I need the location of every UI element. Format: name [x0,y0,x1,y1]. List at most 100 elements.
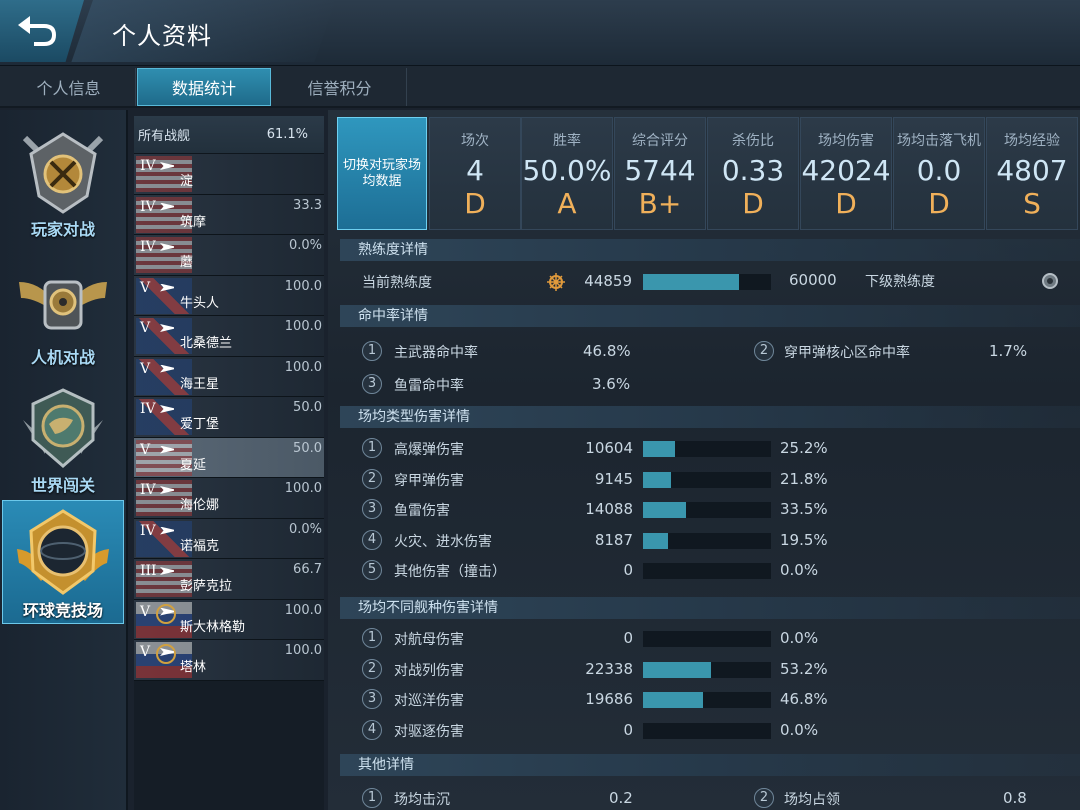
damage-bar [643,471,771,488]
summary-stat-box: 胜率 50.0% A [521,117,613,230]
ship-tier: IV [140,239,156,255]
row-number: 3 [362,689,382,709]
summary-stat-label: 杀伤比 [732,133,774,149]
summary-stat-box: 场均经验 4807 S [986,117,1078,230]
ship-rows: IV 淀 IV 筑摩 33.3 IV 蘑 0.0% V 牛头人 100.0 V 北桑德兰 100.0 V 海王… [134,154,324,681]
ship-name: 斯大林格勒 [180,619,246,635]
mode-pve[interactable]: 人机对战 [2,248,124,372]
ship-row[interactable]: V 塔林 100.0 [134,640,324,681]
damage-bar [643,661,771,678]
other-section-title: 其他详情 [340,754,1080,776]
summary-stat-box: 场均击落飞机 0.0 D [893,117,985,230]
avg-capture-value: 0.8 [1003,789,1027,807]
summary-stat-value: 0.0 [916,154,962,187]
damage-bar-fill [643,661,712,678]
row-number: 1 [362,628,382,648]
mode-pve-label: 人机对战 [30,348,95,367]
damage-value: 9145 [594,469,633,488]
damage-bar [643,722,771,739]
tab-statistics[interactable]: 数据统计 [137,68,271,106]
damage-percent: 53.2% [780,659,828,678]
other-num-1: 1 [362,788,382,808]
torpedo-hit-label: 鱼雷命中率 [394,378,464,394]
damage-bar-fill [643,502,686,518]
ship-name: 北桑德兰 [180,336,233,351]
ship-row[interactable]: V 斯大林格勒 100.0 [134,599,324,640]
damage-percent: 0.0% [780,561,819,579]
summary-stat-grade: A [557,187,577,220]
mode-global-arena[interactable]: 环球竞技场 [2,500,124,624]
global-arena-emblem-icon [17,509,109,595]
damage-bar-fill [643,471,671,488]
current-proficiency-label: 当前熟练度 [362,275,432,291]
ship-tier: IV [140,482,156,498]
pve-emblem-icon [19,280,107,330]
row-number: 4 [362,529,382,550]
avg-capture-label: 场均占领 [784,792,840,808]
ship-row[interactable]: V 牛头人 100.0 [134,275,324,316]
next-proficiency-label: 下级熟练度 [865,274,935,290]
switch-average-button[interactable]: 切换对玩家场均数据 [337,117,427,230]
damage-bar [643,502,771,518]
ship-tier: V [140,441,151,458]
ship-name: 海伦娜 [180,498,220,513]
ship-tier: V [140,320,151,336]
row-number: 2 [362,658,382,679]
ship-win-rate: 50.0 [293,440,322,456]
all-ships-row[interactable]: 所有战舰 61.1% [134,116,324,154]
world-challenge-emblem-icon [23,388,103,468]
row-number: 5 [362,560,382,580]
ship-tier: V [140,360,151,377]
summary-stat-label: 场均伤害 [818,133,874,149]
tab-personal-info[interactable]: 个人信息 [2,68,136,106]
ship-row[interactable]: IV 筑摩 33.3 [134,194,324,235]
ship-win-rate: 100.0 [284,278,322,294]
damage-type-section-title: 场均类型伤害详情 [340,406,1080,428]
summary-stat-value: 4 [466,154,484,187]
mode-world-challenge[interactable]: 世界闯关 [2,376,124,500]
ship-row[interactable]: IV 爱丁堡 50.0 [134,397,324,438]
row-number: 1 [362,438,382,458]
ship-row[interactable]: V 夏延 50.0 [134,437,324,478]
proficiency-section-title: 熟练度详情 [340,239,1080,261]
ship-row[interactable]: IV 海伦娜 100.0 [134,478,324,519]
mode-pvp[interactable]: 玩家对战 [2,120,124,244]
summary-stat-value: 5744 [624,154,696,187]
hit-rate-num-2: 2 [754,341,774,361]
mode-sidebar: 玩家对战 人机对战 世界闯关 环球竞技场 [0,110,128,810]
ship-win-rate: 66.7 [293,562,322,577]
ship-row[interactable]: III 彭萨克拉 66.7 [134,559,324,600]
ship-win-rate: 100.0 [284,643,322,658]
ship-row[interactable]: V 北桑德兰 100.0 [134,316,324,357]
damage-label: 火灾、进水伤害 [394,533,492,550]
damage-label: 穿甲弹伤害 [394,472,464,489]
ship-row[interactable]: V 海王星 100.0 [134,356,324,397]
ship-win-rate: 100.0 [284,481,322,496]
damage-value: 19686 [585,690,633,708]
damage-value: 0 [623,720,633,739]
tab-credit-score[interactable]: 信誉积分 [273,68,407,106]
summary-stat-grade: S [1023,187,1041,220]
ship-name: 诺福克 [180,538,220,554]
ship-tier: III [140,563,157,579]
ship-list[interactable]: 所有战舰 61.1% IV 淀 IV 筑摩 33.3 IV 蘑 0.0% V 牛头人 100.0 V 北… [134,116,324,810]
ship-name: 爱丁堡 [180,417,220,432]
ship-row[interactable]: IV 淀 [134,154,324,195]
damage-bar [643,532,771,549]
damage-value: 10604 [585,439,633,457]
proficiency-bar-fill [643,274,739,290]
mode-world-challenge-label: 世界闯关 [30,476,95,495]
mode-pvp-label: 玩家对战 [30,220,95,239]
mode-global-arena-label: 环球竞技场 [22,601,103,620]
damage-percent: 19.5% [780,530,828,549]
ship-row[interactable]: IV 蘑 0.0% [134,235,324,276]
damage-percent: 33.5% [780,500,828,518]
next-level-emblem-icon [1042,273,1058,289]
summary-stat-box: 场均伤害 42024 D [800,117,892,230]
back-button[interactable] [0,0,84,62]
hit-rate-section-title: 命中率详情 [340,305,1080,327]
damage-label: 高爆弹伤害 [394,442,464,458]
ship-row[interactable]: IV 诺福克 0.0% [134,518,324,559]
damage-percent: 21.8% [780,469,828,488]
hit-rate-num-3: 3 [362,374,382,394]
